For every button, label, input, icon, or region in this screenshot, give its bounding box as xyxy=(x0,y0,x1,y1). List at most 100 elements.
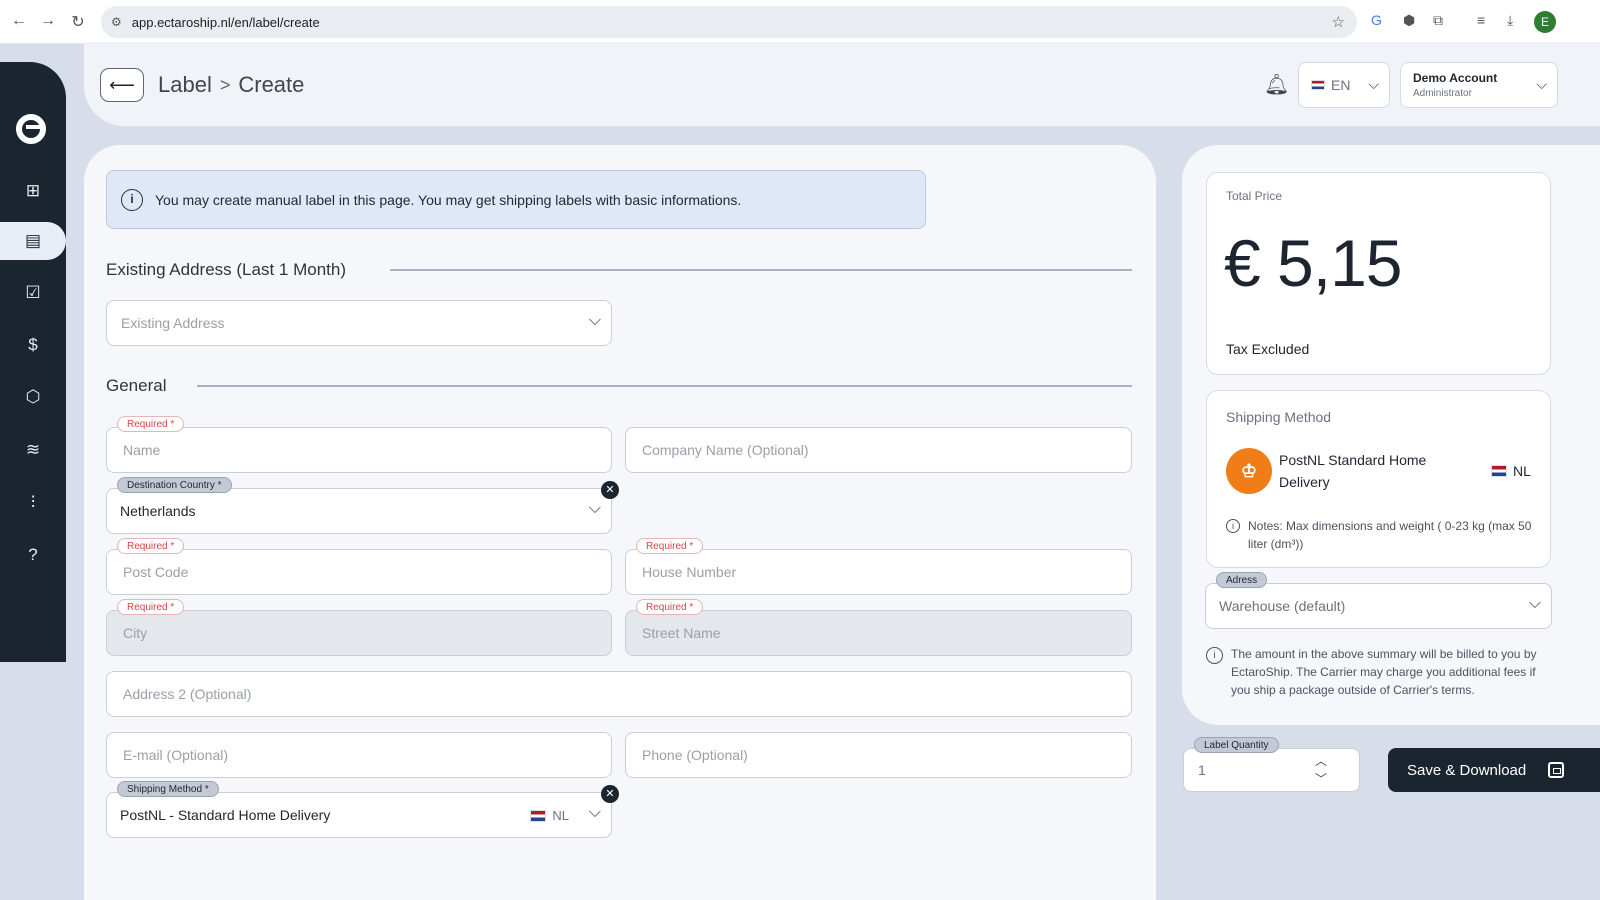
label-quantity-input[interactable]: Label Quantity 1 ︿ ﹀ xyxy=(1183,737,1360,792)
company-input[interactable]: Company Name (Optional) xyxy=(625,427,1132,473)
total-price-card: Total Price € 5,15 Tax Excluded xyxy=(1206,172,1551,375)
clear-icon[interactable]: ✕ xyxy=(601,481,619,499)
download-icon[interactable]: ⤓ xyxy=(1507,12,1513,29)
required-badge: Required * xyxy=(117,599,185,615)
summary-panel: Total Price € 5,15 Tax Excluded Shipping… xyxy=(1182,145,1600,725)
save-download-button[interactable]: Save & Download xyxy=(1388,748,1600,792)
breadcrumb-label[interactable]: Label xyxy=(158,72,212,98)
help-icon: ? xyxy=(28,545,38,564)
box-icon: ⬡ xyxy=(25,387,41,406)
site-info-icon[interactable]: ⚙ xyxy=(111,15,122,29)
account-name: Demo Account xyxy=(1413,71,1498,85)
email-input[interactable]: E-mail (Optional) xyxy=(106,732,612,778)
sidebar-item-packages[interactable]: ⬡ xyxy=(0,378,66,416)
translate-icon[interactable]: G xyxy=(1371,12,1382,28)
shipping-country-code: NL xyxy=(552,808,569,823)
general-title: General xyxy=(106,376,167,395)
existing-address-title: Existing Address (Last 1 Month) xyxy=(106,260,347,279)
postcode-input[interactable]: Required * Post Code xyxy=(106,538,612,595)
billing-note-text: The amount in the above summary will be … xyxy=(1231,647,1537,697)
street-name-input: Required * Street Name xyxy=(625,599,1132,656)
sidebar-item-invoices[interactable]: $ xyxy=(0,326,66,364)
chevron-up-icon[interactable]: ︿ xyxy=(1315,752,1327,770)
sidebar-item-dashboard[interactable]: ⊞ xyxy=(0,172,66,210)
sidebar-item-orders[interactable]: ☑ xyxy=(0,274,66,312)
label-form-card: i You may create manual label in this pa… xyxy=(84,145,1156,900)
address-value: Warehouse (default) xyxy=(1219,598,1346,614)
chevron-down-icon: ⌵ xyxy=(588,804,601,821)
company-placeholder: Company Name (Optional) xyxy=(642,442,809,458)
info-message: You may create manual label in this page… xyxy=(155,191,742,208)
chevron-down-icon: ⌵ xyxy=(1368,76,1379,92)
address-select[interactable]: Adress Warehouse (default) ⌵ xyxy=(1205,572,1552,629)
house-number-input[interactable]: Required * House Number xyxy=(625,538,1132,595)
shipping-method-label: Shipping Method * xyxy=(117,781,219,797)
language-code: EN xyxy=(1331,77,1351,93)
divider xyxy=(197,385,1132,387)
sidebar-item-labels[interactable]: ▤ xyxy=(0,222,66,260)
address2-input[interactable]: Address 2 (Optional) xyxy=(106,671,1132,717)
sidebar-item-settings[interactable]: ⫶ xyxy=(0,484,66,522)
sidebar: ⊞ ▤ ☑ $ ⬡ ≋ ⫶ ? xyxy=(0,62,66,662)
address2-placeholder: Address 2 (Optional) xyxy=(123,686,252,702)
sliders-icon: ⫶ xyxy=(30,493,36,512)
carrier-country: NL xyxy=(1491,463,1531,479)
destination-country-select[interactable]: Destination Country * Netherlands ⌵ ✕ xyxy=(106,477,619,534)
required-badge: Required * xyxy=(117,538,185,554)
required-badge: Required * xyxy=(636,538,704,554)
phone-input[interactable]: Phone (Optional) xyxy=(625,732,1132,778)
shipping-method-value: PostNL - Standard Home Delivery xyxy=(120,807,331,823)
address-bar[interactable]: ⚙ app.ectaroship.nl/en/label/create ☆ xyxy=(101,6,1357,38)
reading-list-icon[interactable]: ≡ xyxy=(1477,12,1485,28)
sidebar-item-layers[interactable]: ≋ xyxy=(0,431,66,469)
info-banner: i You may create manual label in this pa… xyxy=(106,170,926,229)
carrier-notes-text: Notes: Max dimensions and weight ( 0-23 … xyxy=(1248,519,1532,551)
page-header: ⟵ Label > Create 🔔︎ EN ⌵ Demo Account Ad… xyxy=(84,42,1600,126)
name-input[interactable]: Required * Name xyxy=(106,416,612,473)
name-placeholder: Name xyxy=(123,442,161,458)
us-flag-icon xyxy=(1311,80,1325,90)
ectaroship-logo[interactable] xyxy=(16,114,46,144)
back-button[interactable]: ⟵ xyxy=(100,68,144,102)
dollar-document-icon: $ xyxy=(28,335,38,354)
nl-flag-icon xyxy=(1491,465,1507,477)
label-quantity-value: 1 xyxy=(1198,762,1206,778)
document-icon: ▤ xyxy=(24,231,42,250)
extension-hex-icon[interactable]: ⬢ xyxy=(1403,12,1415,29)
chevron-down-icon[interactable]: ﹀ xyxy=(1315,770,1327,788)
bell-icon[interactable]: 🔔︎ xyxy=(1264,72,1289,97)
sidebar-item-help[interactable]: ? xyxy=(0,536,66,574)
chevron-right-icon: > xyxy=(219,74,231,95)
profile-avatar[interactable]: E xyxy=(1534,11,1556,33)
chevron-down-icon: ⌵ xyxy=(588,312,601,329)
shipping-method-title: Shipping Method xyxy=(1226,409,1332,425)
carrier-country-code: NL xyxy=(1513,463,1531,479)
shipping-country-tag: NL xyxy=(530,808,569,823)
required-badge: Required * xyxy=(636,599,704,615)
forward-arrow-icon[interactable]: → xyxy=(33,12,63,30)
arrow-left-icon: ⟵ xyxy=(109,74,135,95)
phone-placeholder: Phone (Optional) xyxy=(642,747,748,763)
tax-note: Tax Excluded xyxy=(1226,341,1310,357)
destination-country-label: Destination Country * xyxy=(117,477,232,493)
extensions-puzzle-icon[interactable]: ⧉ xyxy=(1433,12,1443,29)
postcode-placeholder: Post Code xyxy=(123,564,189,580)
billing-note: i The amount in the above summary will b… xyxy=(1206,645,1551,699)
reload-icon[interactable]: ↻ xyxy=(63,12,93,32)
nl-flag-icon xyxy=(530,809,547,822)
url-text: app.ectaroship.nl/en/label/create xyxy=(131,14,320,30)
layers-icon: ≋ xyxy=(25,440,41,459)
quantity-stepper[interactable]: ︿ ﹀ xyxy=(1315,752,1327,788)
existing-address-select[interactable]: Existing Address ⌵ xyxy=(106,300,612,346)
back-arrow-icon[interactable]: ← xyxy=(4,12,34,30)
language-selector[interactable]: EN ⌵ xyxy=(1298,62,1390,108)
shipping-method-select[interactable]: Shipping Method * PostNL - Standard Home… xyxy=(106,781,619,838)
house-number-placeholder: House Number xyxy=(642,564,737,580)
clear-icon[interactable]: ✕ xyxy=(601,785,619,803)
account-menu[interactable]: Demo Account Administrator ⌵ xyxy=(1400,62,1558,108)
street-name-placeholder: Street Name xyxy=(642,625,721,641)
shipping-method-card: Shipping Method ♔ PostNL Standard Home D… xyxy=(1206,390,1551,568)
browser-toolbar: ← → ↻ ⚙ app.ectaroship.nl/en/label/creat… xyxy=(0,0,1600,44)
bookmark-star-icon[interactable]: ☆ xyxy=(1332,13,1345,31)
existing-address-placeholder: Existing Address xyxy=(121,315,225,331)
